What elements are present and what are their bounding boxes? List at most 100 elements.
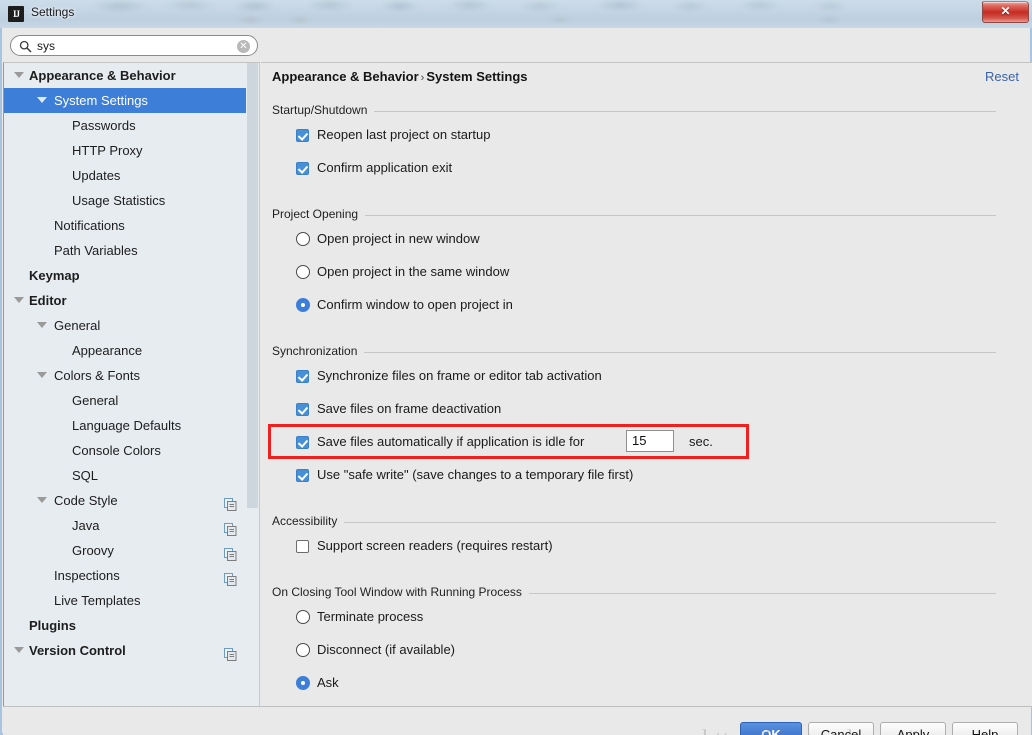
chevron-down-icon[interactable] xyxy=(14,297,24,303)
sidebar-item-label: Appearance & Behavior xyxy=(29,68,176,83)
clear-icon[interactable]: ✕ xyxy=(237,40,250,53)
sidebar-item-http-proxy[interactable]: HTTP Proxy xyxy=(4,138,247,163)
help-button[interactable]: Help xyxy=(952,722,1018,735)
cancel-button[interactable]: Cancel xyxy=(808,722,874,735)
checkbox-checked-icon[interactable] xyxy=(296,469,309,482)
option-label: Disconnect (if available) xyxy=(317,642,456,657)
section-rule xyxy=(529,593,996,594)
sidebar-item-live-templates[interactable]: Live Templates xyxy=(4,588,247,613)
search-input[interactable]: sys ✕ xyxy=(10,35,258,56)
sidebar-item-java[interactable]: Java xyxy=(4,513,247,538)
chevron-down-icon[interactable] xyxy=(37,322,47,328)
sidebar-item-code-style[interactable]: Code Style xyxy=(4,488,247,513)
radio-selected-icon[interactable] xyxy=(296,298,310,312)
checkbox-checked-icon[interactable] xyxy=(296,436,309,449)
option-label: Open project in new window xyxy=(317,231,480,246)
search-icon xyxy=(19,40,32,53)
sidebar-item-updates[interactable]: Updates xyxy=(4,163,247,188)
checkbox-checked-icon[interactable] xyxy=(296,403,309,416)
reset-link[interactable]: Reset xyxy=(985,69,1019,84)
sidebar-item-label: Appearance xyxy=(72,343,143,358)
sidebar-item-general[interactable]: General xyxy=(4,313,247,338)
chevron-down-icon[interactable] xyxy=(37,497,47,503)
section-rule xyxy=(364,352,996,353)
sidebar-item-language-defaults[interactable]: Language Defaults xyxy=(4,413,247,438)
chevron-down-icon[interactable] xyxy=(14,72,24,78)
sidebar-item-label: SQL xyxy=(72,468,99,483)
copy-icon[interactable] xyxy=(224,494,237,511)
close-icon[interactable] xyxy=(982,1,1029,23)
search-input-value: sys xyxy=(37,39,55,53)
option-label: Save files automatically if application … xyxy=(317,434,585,449)
sidebar-item-label: Java xyxy=(72,518,100,533)
sidebar-item-groovy[interactable]: Groovy xyxy=(4,538,247,563)
sidebar-item-label: Inspections xyxy=(54,568,120,583)
radio-unselected-icon[interactable] xyxy=(296,610,310,624)
copy-icon[interactable] xyxy=(224,569,237,586)
sidebar-item-label: General xyxy=(54,318,101,333)
chevron-down-icon[interactable] xyxy=(37,97,47,103)
sidebar-item-system-settings[interactable]: System Settings xyxy=(4,88,247,113)
breadcrumb-leaf: System Settings xyxy=(426,69,528,84)
copy-icon[interactable] xyxy=(224,519,237,536)
option-label: Open project in the same window xyxy=(317,264,510,279)
sidebar-item-sql[interactable]: SQL xyxy=(4,463,247,488)
sidebar-item-path-variables[interactable]: Path Variables xyxy=(4,238,247,263)
sidebar-item-label: Live Templates xyxy=(54,593,141,608)
search-box-container: sys ✕ xyxy=(10,35,258,56)
section-title: Synchronization xyxy=(272,344,358,358)
sidebar-item-general[interactable]: General xyxy=(4,388,247,413)
apply-label-post: ply xyxy=(912,727,930,735)
option-label: Use "safe write" (save changes to a temp… xyxy=(317,467,634,482)
sidebar-item-passwords[interactable]: Passwords xyxy=(4,113,247,138)
sidebar-item-colors-fonts[interactable]: Colors & Fonts xyxy=(4,363,247,388)
sidebar-item-label: Keymap xyxy=(29,268,80,283)
settings-main-panel: Appearance & Behavior › System Settings Re… xyxy=(261,62,1032,706)
radio-unselected-icon[interactable] xyxy=(296,232,310,246)
option-label: Confirm window to open project in xyxy=(317,297,513,312)
sidebar-item-label: Updates xyxy=(72,168,121,183)
sidebar-item-notifications[interactable]: Notifications xyxy=(4,213,247,238)
ok-button[interactable]: OK xyxy=(740,722,802,735)
checkbox-checked-icon[interactable] xyxy=(296,162,309,175)
ij-logo-icon: IJ xyxy=(8,6,24,22)
sidebar-scrollbar[interactable] xyxy=(246,63,259,706)
apply-label-mnemonic: p xyxy=(905,727,913,735)
copy-icon[interactable] xyxy=(224,544,237,561)
copy-icon[interactable] xyxy=(224,644,237,661)
radio-unselected-icon[interactable] xyxy=(296,265,310,279)
sidebar-scrollbar-thumb[interactable] xyxy=(247,63,258,508)
breadcrumb: Appearance & Behavior › System Settings xyxy=(272,69,528,84)
sidebar-item-appearance-behavior[interactable]: Appearance & Behavior xyxy=(4,63,247,88)
idle-seconds-input[interactable]: 15 xyxy=(626,430,674,452)
checkbox-unchecked-icon[interactable] xyxy=(296,540,309,553)
sidebar-item-label: Plugins xyxy=(29,618,76,633)
sidebar-item-label: Passwords xyxy=(72,118,136,133)
checkbox-checked-icon[interactable] xyxy=(296,129,309,142)
sidebar-item-label: General xyxy=(72,393,119,408)
sidebar-item-label: Version Control xyxy=(29,643,126,658)
sidebar-item-label: Colors & Fonts xyxy=(54,368,140,383)
sidebar-item-appearance[interactable]: Appearance xyxy=(4,338,247,363)
sidebar-item-usage-statistics[interactable]: Usage Statistics xyxy=(4,188,247,213)
radio-selected-icon[interactable] xyxy=(296,676,310,690)
settings-tree-sidebar[interactable]: Appearance & Behavior System Settings Pass… xyxy=(3,62,260,706)
sidebar-item-label: Code Style xyxy=(54,493,118,508)
settings-dialog: sys ✕ Appearance & Behavior System Settin… xyxy=(0,28,1032,735)
chevron-down-icon[interactable] xyxy=(37,372,47,378)
section-title: Project Opening xyxy=(272,207,359,221)
sidebar-item-label: Language Defaults xyxy=(72,418,182,433)
sidebar-item-version-control[interactable]: Version Control xyxy=(4,638,247,663)
sidebar-item-inspections[interactable]: Inspections xyxy=(4,563,247,588)
chevron-down-icon[interactable] xyxy=(14,647,24,653)
checkbox-checked-icon[interactable] xyxy=(296,370,309,383)
sidebar-item-console-colors[interactable]: Console Colors xyxy=(4,438,247,463)
sidebar-item-plugins[interactable]: Plugins xyxy=(4,613,247,638)
option-label: Synchronize files on frame or editor tab… xyxy=(317,368,602,383)
radio-unselected-icon[interactable] xyxy=(296,643,310,657)
apply-button[interactable]: Apply xyxy=(880,722,946,735)
sidebar-item-label: System Settings xyxy=(54,93,148,108)
breadcrumb-root[interactable]: Appearance & Behavior xyxy=(272,69,419,84)
sidebar-item-editor[interactable]: Editor xyxy=(4,288,247,313)
sidebar-item-keymap[interactable]: Keymap xyxy=(4,263,247,288)
